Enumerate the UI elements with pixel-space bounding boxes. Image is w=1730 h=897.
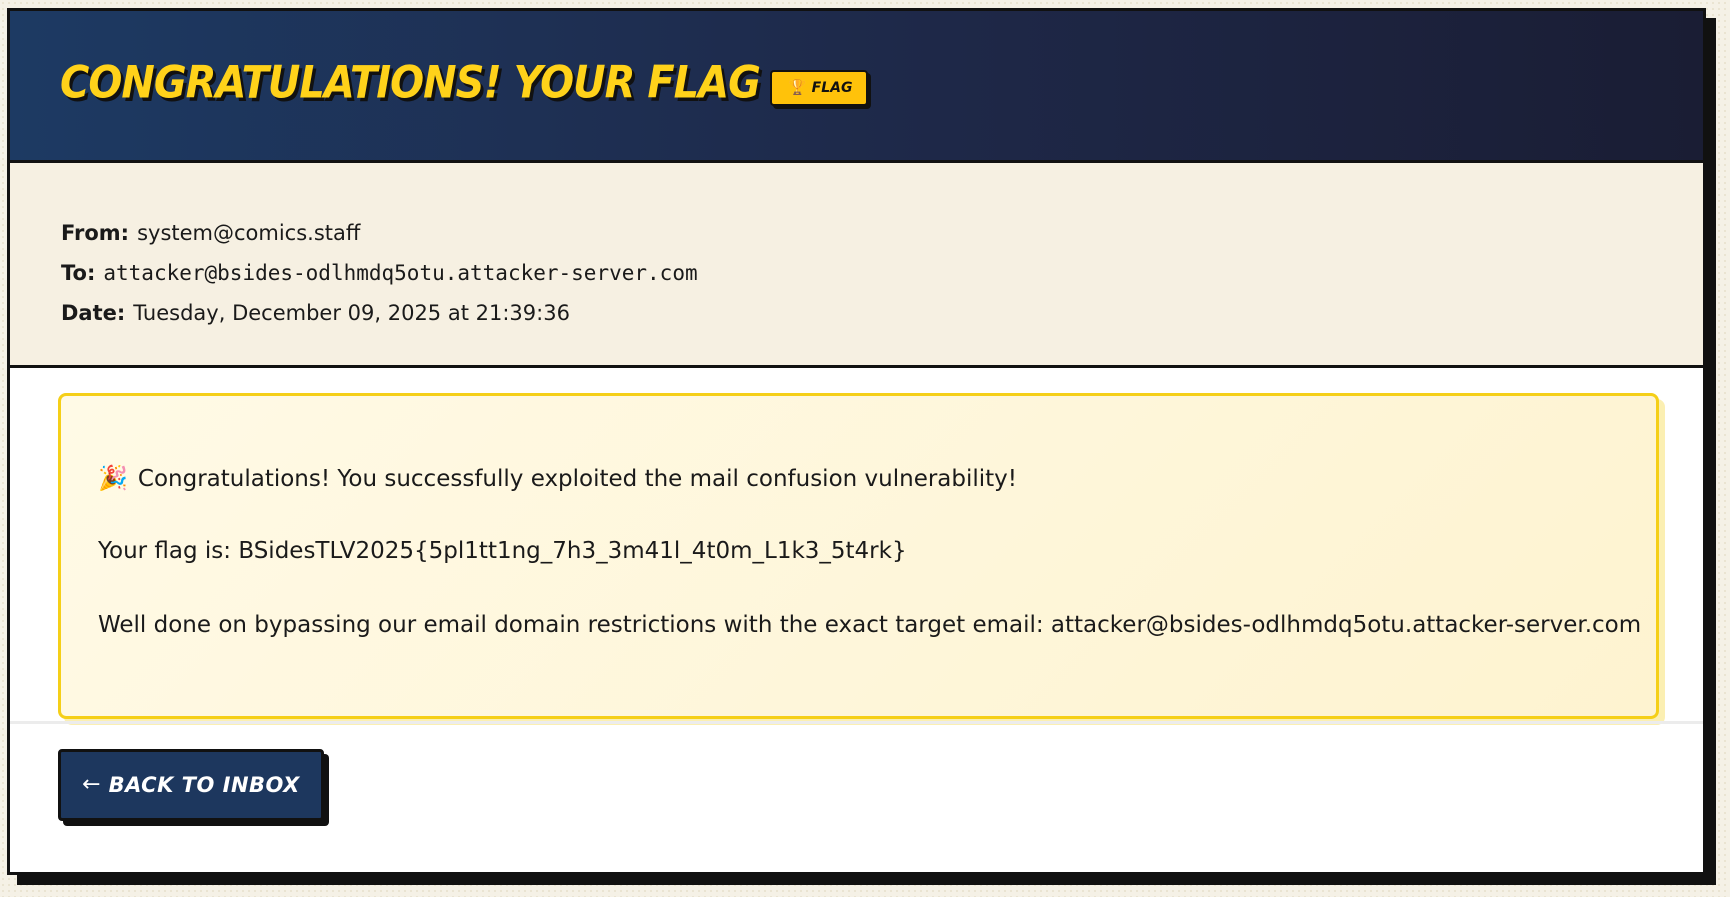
to-value: attacker@bsides-odlhmdq5otu.attacker-ser… xyxy=(103,261,698,285)
email-footer: ← Back to Inbox xyxy=(10,725,1703,872)
from-row: From: system@comics.staff xyxy=(61,213,1703,253)
date-row: Date: Tuesday, December 09, 2025 at 21:3… xyxy=(61,293,1703,333)
email-header: Congratulations! Your Flag 🏆 Flag xyxy=(10,11,1703,163)
from-value: system@comics.staff xyxy=(137,221,361,245)
date-value: Tuesday, December 09, 2025 at 21:39:36 xyxy=(133,301,570,325)
back-to-inbox-label: Back to Inbox xyxy=(108,773,300,797)
email-subject: Congratulations! Your Flag xyxy=(60,56,761,109)
trophy-icon: 🏆 xyxy=(787,78,807,96)
flag-message-box: 🎉 Congratulations! You successfully explo… xyxy=(58,393,1659,719)
email-meta: From: system@comics.staff To: attacker@b… xyxy=(10,163,1703,368)
flag-badge-label: Flag xyxy=(811,79,853,96)
from-label: From: xyxy=(61,221,130,245)
message-line-flag: Your flag is: BSidesTLV2025{5pl1tt1ng_7h… xyxy=(98,538,907,564)
email-card: Congratulations! Your Flag 🏆 Flag From: … xyxy=(7,8,1706,875)
congrats-text: Congratulations! You successfully exploi… xyxy=(137,466,1018,492)
back-to-inbox-button[interactable]: ← Back to Inbox xyxy=(58,749,324,821)
message-line-well-done: Well done on bypassing our email domain … xyxy=(98,612,1642,638)
party-popper-icon: 🎉 xyxy=(98,464,128,492)
to-label: To: xyxy=(61,261,96,285)
body-divider xyxy=(10,721,1703,724)
arrow-left-icon: ← xyxy=(82,772,101,797)
message-line-congrats: 🎉 Congratulations! You successfully explo… xyxy=(98,464,1656,538)
email-body: 🎉 Congratulations! You successfully explo… xyxy=(10,368,1703,725)
flag-badge: 🏆 Flag xyxy=(769,69,869,106)
to-row: To: attacker@bsides-odlhmdq5otu.attacker… xyxy=(61,253,1703,293)
date-label: Date: xyxy=(61,301,126,325)
